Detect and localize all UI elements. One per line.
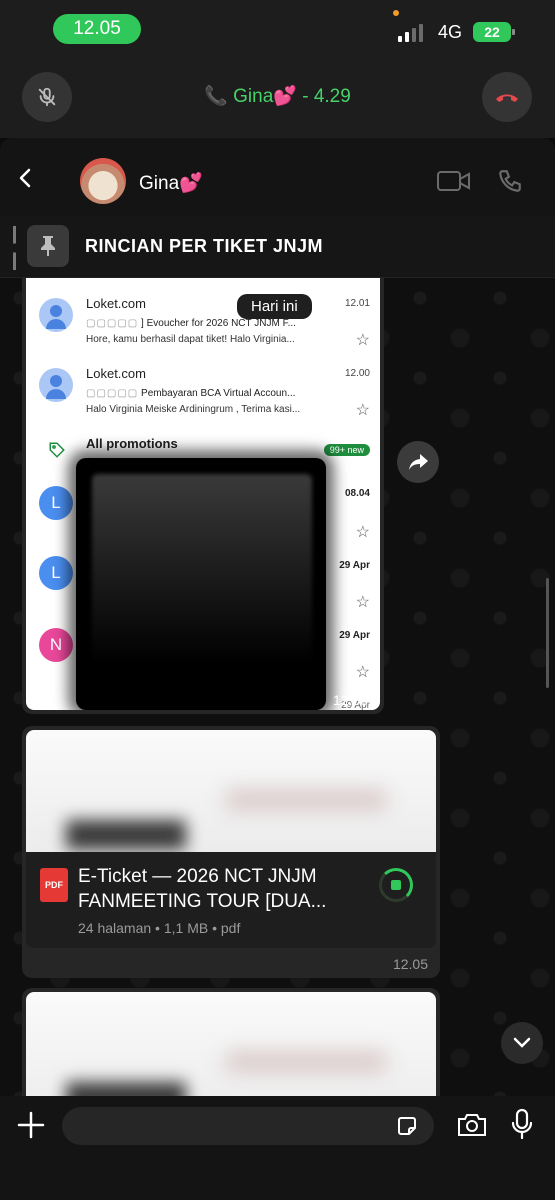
document-message[interactable]	[22, 988, 440, 1096]
email-snippet: Halo Virginia Meiske Ardiningrum , Terim…	[86, 404, 301, 415]
email-subject: ▢▢▢▢▢ ] Evoucher for 2026 NCT JNJM F...	[86, 318, 296, 329]
scrollbar[interactable]	[546, 578, 549, 688]
email-time: 12.01	[344, 298, 370, 309]
tag-icon	[49, 442, 65, 458]
download-progress-icon[interactable]	[379, 868, 413, 902]
chat-messages[interactable]: Loket.com 12.01 ▢▢▢▢▢ ] Evoucher for 202…	[0, 278, 555, 1096]
end-call-button[interactable]	[482, 72, 532, 122]
pin-icon	[27, 225, 69, 267]
email-sender: Loket.com	[86, 296, 146, 311]
list-item: Loket.com 12.00 ▢▢▢▢▢ Pembayaran BCA Vir…	[26, 348, 380, 419]
document-message[interactable]: PDF E-Ticket — 2026 NCT JNJM FANMEETING …	[22, 726, 440, 978]
sticker-icon[interactable]	[396, 1115, 418, 1137]
status-bar: 12.05 4G 22	[0, 0, 555, 60]
end-call-icon	[496, 94, 518, 102]
email-time: 12.00	[344, 368, 370, 379]
email-sender: Loket.com	[86, 366, 146, 381]
pdf-icon: PDF	[40, 868, 68, 902]
video-call-icon[interactable]	[437, 170, 471, 192]
privacy-indicator	[393, 10, 399, 16]
composer-bar	[0, 1096, 555, 1200]
list-item: Loket.com 12.01 ▢▢▢▢▢ ] Evoucher for 202…	[26, 278, 380, 349]
avatar: L	[39, 556, 73, 590]
signal-icon	[398, 24, 423, 42]
camera-icon[interactable]	[456, 1112, 488, 1138]
contact-name[interactable]: Gina💕	[139, 171, 203, 195]
chevron-down-icon	[513, 1037, 531, 1048]
forward-button[interactable]	[397, 441, 439, 483]
document-meta: 24 halaman • 1,1 MB • pdf	[78, 920, 241, 936]
chat-header: Gina💕	[0, 138, 555, 216]
pinned-title: RINCIAN PER TIKET JNJM	[85, 236, 324, 256]
pinned-message-bar[interactable]: RINCIAN PER TIKET JNJM	[0, 216, 555, 278]
document-preview	[26, 992, 436, 1096]
pin-indicator	[13, 226, 16, 270]
email-time: 29 Apr	[339, 630, 370, 641]
message-input[interactable]	[62, 1107, 434, 1145]
avatar	[39, 368, 73, 402]
promo-badge: 99+ new	[323, 444, 370, 456]
promo-title: All promotions	[86, 436, 178, 451]
mic-icon[interactable]	[510, 1108, 534, 1140]
date-chip: Hari ini	[237, 294, 312, 319]
status-time[interactable]: 12.05	[53, 14, 141, 44]
document-title: E-Ticket — 2026 NCT JNJM FANMEETING TOUR…	[78, 866, 327, 912]
forward-icon	[409, 454, 428, 470]
ongoing-call-bar[interactable]: 📞 Gina💕 - 4.29	[0, 60, 555, 138]
star-icon: ☆	[355, 402, 370, 419]
email-time: 08.04	[344, 488, 370, 499]
scroll-down-button[interactable]	[501, 1022, 543, 1064]
message-time: 12.03	[332, 692, 368, 708]
message-time: 12.05	[392, 956, 428, 972]
email-snippet: Hore, kamu berhasil dapat tiket! Halo Vi…	[86, 334, 295, 345]
email-time: 29 Apr	[339, 560, 370, 571]
star-icon: ☆	[355, 594, 370, 611]
document-info[interactable]: PDF E-Ticket — 2026 NCT JNJM FANMEETING …	[26, 852, 436, 948]
battery-icon: 22	[473, 22, 515, 42]
network-type: 4G	[438, 22, 463, 42]
back-icon[interactable]	[14, 166, 38, 190]
plus-icon[interactable]	[16, 1110, 46, 1140]
star-icon: ☆	[355, 664, 370, 681]
avatar: L	[39, 486, 73, 520]
star-icon: ☆	[355, 524, 370, 541]
shared-screenshot: Loket.com 12.01 ▢▢▢▢▢ ] Evoucher for 202…	[26, 278, 380, 710]
email-subject: ▢▢▢▢▢ Pembayaran BCA Virtual Accoun...	[86, 388, 296, 399]
star-icon: ☆	[355, 332, 370, 349]
call-status: 📞 Gina💕 - 4.29	[204, 86, 351, 107]
document-preview	[26, 730, 436, 852]
image-message[interactable]: Loket.com 12.01 ▢▢▢▢▢ ] Evoucher for 202…	[22, 278, 384, 714]
voice-call-icon[interactable]	[497, 168, 523, 194]
redacted-overlay	[76, 458, 326, 710]
contact-avatar[interactable]	[80, 158, 126, 204]
avatar	[39, 298, 73, 332]
avatar: N	[39, 628, 73, 662]
